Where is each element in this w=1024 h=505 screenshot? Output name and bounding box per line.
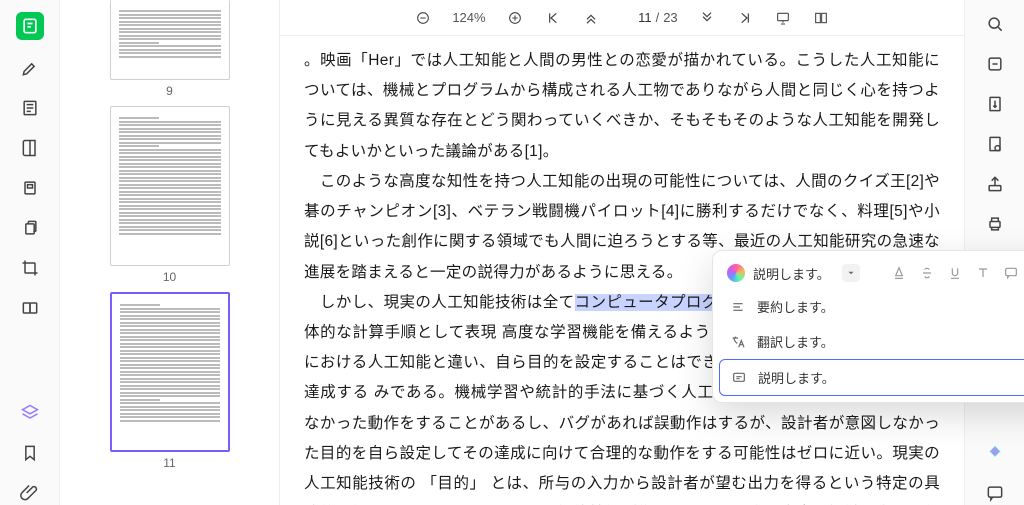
menu-label: 要約します。 — [757, 297, 834, 316]
zoom-out-icon[interactable] — [414, 9, 432, 27]
book-icon[interactable] — [18, 136, 42, 160]
note-icon[interactable] — [18, 96, 42, 120]
ocr-icon[interactable] — [983, 52, 1007, 76]
print-icon[interactable] — [983, 212, 1007, 236]
menu-item-explain[interactable]: 説明します。 — [719, 359, 1024, 396]
strikethrough-icon[interactable] — [917, 263, 937, 283]
bookmark-icon[interactable] — [18, 441, 42, 465]
reading-mode-icon[interactable] — [812, 9, 830, 27]
presentation-icon[interactable] — [774, 9, 792, 27]
page-indicator: / 23 — [620, 10, 678, 25]
menu-label: 説明します。 — [758, 368, 835, 387]
ai-context-menu: 説明します。 要約します。 翻訳します。 — [712, 250, 1024, 403]
crop-icon[interactable] — [18, 256, 42, 280]
share-icon[interactable] — [983, 172, 1007, 196]
app-root: 9 10 11 124% / 23 — [0, 0, 1024, 505]
text-icon[interactable] — [973, 263, 993, 283]
highlighter-icon[interactable] — [18, 56, 42, 80]
layers-icon[interactable] — [18, 401, 42, 425]
search-icon[interactable] — [983, 12, 1007, 36]
page-input[interactable] — [620, 10, 652, 25]
chat-icon[interactable] — [983, 481, 1007, 505]
comment-icon[interactable] — [1001, 263, 1021, 283]
ai-logo-icon — [727, 264, 745, 282]
ai-assistant-icon[interactable] — [983, 441, 1007, 465]
menu-label: 翻訳します。 — [757, 332, 834, 351]
last-page-icon[interactable] — [736, 9, 754, 27]
top-toolbar: 124% / 23 — [280, 0, 964, 36]
export-pdf-icon[interactable] — [983, 132, 1007, 156]
paragraph: 。映画「Her」では人工知能と人間の男性との恋愛が描かれている。こうした人工知能… — [304, 46, 940, 167]
thumb-label: 9 — [110, 84, 230, 98]
thumb-label: 11 — [110, 456, 230, 470]
left-toolbar — [0, 0, 60, 505]
thumbnail-panel: 9 10 11 — [60, 0, 280, 505]
thumbnail-9[interactable]: 9 — [110, 0, 230, 98]
copy-icon[interactable] — [18, 216, 42, 240]
zoom-level[interactable]: 124% — [452, 10, 485, 25]
thumbnail-10[interactable]: 10 — [110, 106, 230, 284]
app-logo-icon[interactable] — [16, 12, 44, 40]
dropdown-icon[interactable] — [842, 264, 860, 282]
menu-item-translate[interactable]: 翻訳します。 — [719, 324, 1024, 359]
underline-icon[interactable] — [945, 263, 965, 283]
zoom-in-icon[interactable] — [506, 9, 524, 27]
page-total: 23 — [663, 10, 677, 25]
thumb-label: 10 — [110, 270, 230, 284]
popup-header: 説明します。 — [719, 257, 1024, 289]
text-color-icon[interactable] — [889, 263, 909, 283]
thumbnail-11[interactable]: 11 — [110, 292, 230, 470]
translate-icon — [729, 333, 747, 351]
convert-icon[interactable] — [983, 92, 1007, 116]
page-separator: / — [656, 10, 660, 25]
explain-icon — [730, 369, 748, 387]
attachment-icon[interactable] — [18, 481, 42, 505]
stamp-icon[interactable] — [18, 176, 42, 200]
first-page-icon[interactable] — [544, 9, 562, 27]
next-page-icon[interactable] — [698, 9, 716, 27]
merge-icon[interactable] — [18, 296, 42, 320]
summarize-icon — [729, 298, 747, 316]
popup-title: 説明します。 — [753, 264, 830, 283]
prev-page-icon[interactable] — [582, 9, 600, 27]
document-main: 124% / 23 。映画「Her」では人工知能と人間の男性との恋愛が描かれてい… — [280, 0, 964, 505]
menu-item-summarize[interactable]: 要約します。 — [719, 289, 1024, 324]
